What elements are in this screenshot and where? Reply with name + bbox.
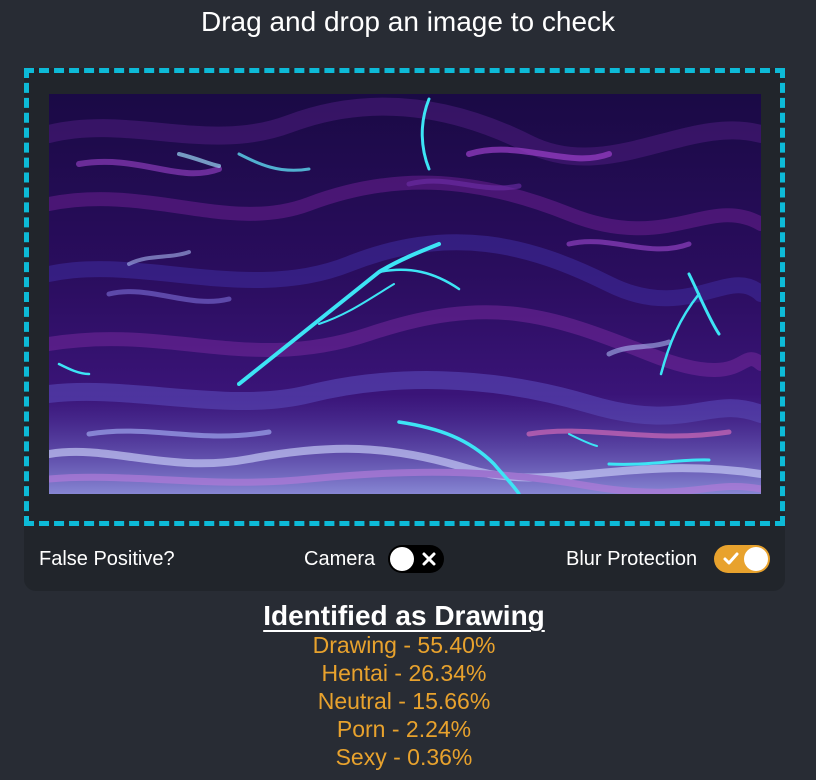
classification-results: Drawing - 55.40% Hentai - 26.34% Neutral… bbox=[0, 631, 808, 771]
false-positive-link[interactable]: False Positive? bbox=[39, 546, 175, 572]
blur-protection-label: Blur Protection bbox=[566, 548, 698, 570]
result-item: Sexy - 0.36% bbox=[335, 744, 473, 770]
result-item: Drawing - 55.40% bbox=[312, 632, 496, 658]
close-icon bbox=[422, 552, 436, 566]
page-title: Drag and drop an image to check bbox=[200, 6, 616, 37]
blur-protection-toggle[interactable] bbox=[714, 545, 770, 573]
result-heading: Identified as Drawing bbox=[0, 599, 808, 633]
result-item: Hentai - 26.34% bbox=[321, 660, 487, 686]
result-item: Neutral - 15.66% bbox=[317, 688, 491, 714]
preview-image bbox=[49, 94, 761, 494]
result-item: Porn - 2.24% bbox=[336, 716, 472, 742]
check-icon bbox=[723, 552, 739, 565]
blur-toggle-knob bbox=[744, 547, 768, 571]
result-title-text: Identified as Drawing bbox=[263, 600, 545, 631]
camera-label: Camera bbox=[304, 548, 376, 570]
camera-toggle-knob bbox=[390, 547, 414, 571]
camera-toggle[interactable] bbox=[388, 545, 444, 573]
page: Drag and drop an image to check False Po… bbox=[0, 0, 816, 780]
